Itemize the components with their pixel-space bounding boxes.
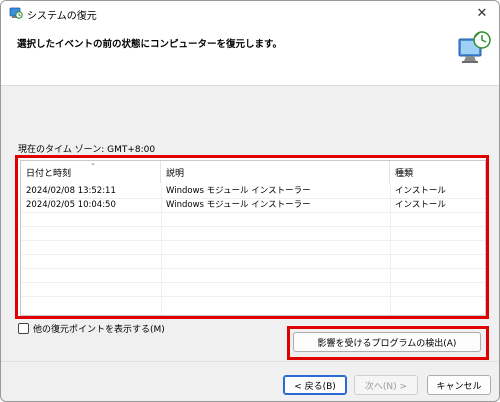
cancel-button[interactable]: キャンセル	[427, 375, 491, 395]
row-divider	[21, 282, 485, 283]
show-more-label: 他の復元ポイントを表示する(M)	[33, 325, 165, 335]
table-row[interactable]: 2024/02/05 10:04:50 Windows モジュール インストーラ…	[21, 198, 485, 212]
row-type: インストール	[395, 186, 446, 196]
row-divider	[21, 212, 485, 213]
header-instruction: 選択したイベントの前の状態にコンピューターを復元します。	[17, 39, 283, 50]
timezone-label: 現在のタイム ゾーン: GMT+8:00	[18, 145, 156, 155]
column-header-description[interactable]: 説明	[161, 161, 390, 183]
close-button[interactable]: ✕	[469, 1, 495, 25]
next-button[interactable]: 次へ(N) >	[354, 375, 418, 395]
row-divider	[21, 296, 485, 297]
sort-arrow-icon: ⌄	[90, 159, 96, 167]
window-title: システムの復元	[27, 11, 97, 22]
row-type: インストール	[395, 200, 446, 210]
column-header-date[interactable]: 日付と時刻 ⌄	[21, 159, 161, 183]
show-more-restore-points[interactable]: 他の復元ポイントを表示する(M)	[18, 322, 165, 335]
restore-points-highlight: 日付と時刻 ⌄ 説明 種類 2024/02/08 13:52:11 Window…	[15, 155, 489, 319]
close-icon: ✕	[476, 5, 488, 21]
show-more-checkbox[interactable]	[18, 323, 29, 334]
row-divider	[21, 198, 485, 199]
table-row[interactable]: 2024/02/08 13:52:11 Windows モジュール インストーラ…	[21, 184, 485, 198]
column-header-type[interactable]: 種類	[390, 161, 485, 183]
row-divider	[21, 240, 485, 241]
row-date: 2024/02/05 10:04:50	[26, 200, 116, 210]
row-description: Windows モジュール インストーラー	[166, 186, 311, 196]
scan-button-highlight: 影響を受けるプログラムの検出(A)	[287, 326, 489, 360]
bottom-separator	[1, 361, 499, 362]
restore-points-list[interactable]: 日付と時刻 ⌄ 説明 種類 2024/02/08 13:52:11 Window…	[20, 159, 486, 316]
scan-affected-programs-button[interactable]: 影響を受けるプログラムの検出(A)	[293, 332, 481, 352]
row-date: 2024/02/08 13:52:11	[26, 186, 116, 196]
system-restore-window: システムの復元 ✕ 選択したイベントの前の状態にコンピューターを復元します。 現…	[0, 0, 500, 402]
back-button[interactable]: < 戻る(B)	[283, 375, 347, 395]
wizard-header: 選択したイベントの前の状態にコンピューターを復元します。	[1, 25, 499, 86]
system-restore-icon	[9, 7, 23, 19]
row-divider	[21, 268, 485, 269]
title-bar: システムの復元 ✕	[1, 1, 499, 25]
row-divider	[21, 226, 485, 227]
row-divider	[21, 254, 485, 255]
row-description: Windows モジュール インストーラー	[166, 200, 311, 210]
computer-restore-icon	[458, 31, 491, 63]
